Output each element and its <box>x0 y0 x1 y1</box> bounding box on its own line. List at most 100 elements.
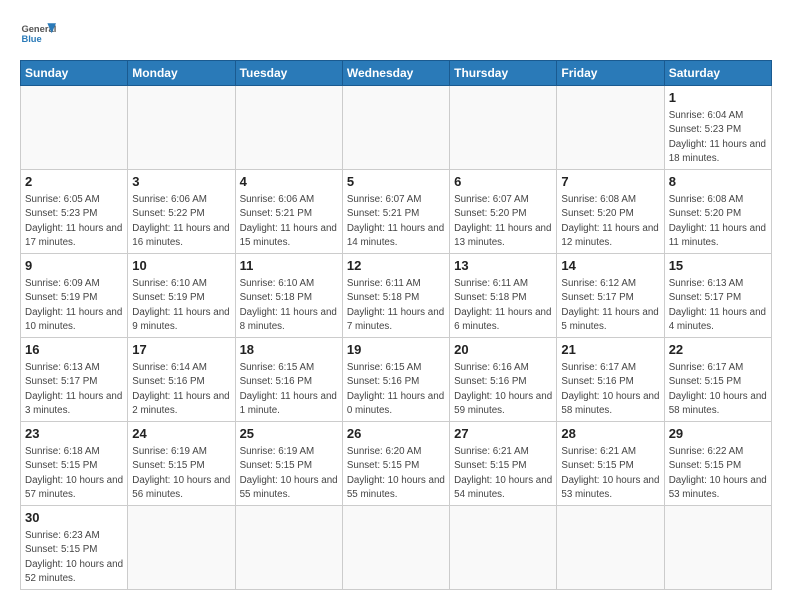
calendar-cell: 7 Sunrise: 6:08 AM Sunset: 5:20 PM Daylig… <box>557 170 664 254</box>
day-number: 29 <box>669 425 767 443</box>
header: General Blue <box>20 16 772 52</box>
calendar-cell <box>235 86 342 170</box>
calendar-cell <box>128 86 235 170</box>
calendar-table: SundayMondayTuesdayWednesdayThursdayFrid… <box>20 60 772 590</box>
calendar-cell: 13 Sunrise: 6:11 AM Sunset: 5:18 PM Dayli… <box>450 254 557 338</box>
calendar-cell <box>557 86 664 170</box>
calendar-cell: 16 Sunrise: 6:13 AM Sunset: 5:17 PM Dayli… <box>21 338 128 422</box>
calendar-cell: 25Sunrise: 6:19 AM Sunset: 5:15 PM Dayli… <box>235 422 342 506</box>
day-header-monday: Monday <box>128 61 235 86</box>
day-info: Sunrise: 6:23 AM Sunset: 5:15 PM Dayligh… <box>25 529 123 586</box>
calendar-week-1: 1 Sunrise: 6:04 AM Sunset: 5:23 PM Daylig… <box>21 86 772 170</box>
calendar-cell: 3 Sunrise: 6:06 AM Sunset: 5:22 PM Daylig… <box>128 170 235 254</box>
day-number: 25 <box>240 425 338 443</box>
day-header-thursday: Thursday <box>450 61 557 86</box>
calendar-cell: 10Sunrise: 6:10 AM Sunset: 5:19 PM Dayli… <box>128 254 235 338</box>
calendar-week-4: 16 Sunrise: 6:13 AM Sunset: 5:17 PM Dayli… <box>21 338 772 422</box>
calendar-cell: 2 Sunrise: 6:05 AM Sunset: 5:23 PM Daylig… <box>21 170 128 254</box>
day-info: Sunrise: 6:16 AM Sunset: 5:16 PM Dayligh… <box>454 361 552 418</box>
day-header-tuesday: Tuesday <box>235 61 342 86</box>
day-info: Sunrise: 6:19 AM Sunset: 5:15 PM Dayligh… <box>132 445 230 502</box>
day-number: 17 <box>132 341 230 359</box>
day-info: Sunrise: 6:21 AM Sunset: 5:15 PM Dayligh… <box>561 445 659 502</box>
day-info: Sunrise: 6:11 AM Sunset: 5:18 PM Dayligh… <box>347 277 445 334</box>
day-info: Sunrise: 6:17 AM Sunset: 5:16 PM Dayligh… <box>561 361 659 418</box>
day-number: 27 <box>454 425 552 443</box>
day-header-saturday: Saturday <box>664 61 771 86</box>
day-number: 5 <box>347 173 445 191</box>
calendar-cell <box>342 86 449 170</box>
calendar-cell: 26Sunrise: 6:20 AM Sunset: 5:15 PM Dayli… <box>342 422 449 506</box>
calendar-cell: 22 Sunrise: 6:17 AM Sunset: 5:15 PM Dayli… <box>664 338 771 422</box>
day-info: Sunrise: 6:08 AM Sunset: 5:20 PM Dayligh… <box>669 193 767 250</box>
day-number: 8 <box>669 173 767 191</box>
day-info: Sunrise: 6:04 AM Sunset: 5:23 PM Dayligh… <box>669 109 767 166</box>
calendar-cell <box>128 506 235 590</box>
svg-text:Blue: Blue <box>21 34 41 44</box>
logo-icon: General Blue <box>20 16 56 52</box>
calendar-cell: 29 Sunrise: 6:22 AM Sunset: 5:15 PM Dayli… <box>664 422 771 506</box>
day-number: 4 <box>240 173 338 191</box>
day-number: 22 <box>669 341 767 359</box>
calendar-header: SundayMondayTuesdayWednesdayThursdayFrid… <box>21 61 772 86</box>
calendar-cell: 27Sunrise: 6:21 AM Sunset: 5:15 PM Dayli… <box>450 422 557 506</box>
day-info: Sunrise: 6:08 AM Sunset: 5:20 PM Dayligh… <box>561 193 659 250</box>
day-info: Sunrise: 6:10 AM Sunset: 5:19 PM Dayligh… <box>132 277 230 334</box>
day-info: Sunrise: 6:06 AM Sunset: 5:21 PM Dayligh… <box>240 193 338 250</box>
calendar-cell: 23Sunrise: 6:18 AM Sunset: 5:15 PM Dayli… <box>21 422 128 506</box>
title-block <box>56 16 772 18</box>
calendar-cell: 21 Sunrise: 6:17 AM Sunset: 5:16 PM Dayli… <box>557 338 664 422</box>
calendar-cell <box>450 506 557 590</box>
day-info: Sunrise: 6:15 AM Sunset: 5:16 PM Dayligh… <box>347 361 445 418</box>
day-number: 30 <box>25 509 123 527</box>
calendar-cell: 24 Sunrise: 6:19 AM Sunset: 5:15 PM Dayli… <box>128 422 235 506</box>
day-number: 19 <box>347 341 445 359</box>
day-info: Sunrise: 6:14 AM Sunset: 5:16 PM Dayligh… <box>132 361 230 418</box>
day-number: 24 <box>132 425 230 443</box>
day-info: Sunrise: 6:05 AM Sunset: 5:23 PM Dayligh… <box>25 193 123 250</box>
calendar-cell <box>557 506 664 590</box>
day-info: Sunrise: 6:17 AM Sunset: 5:15 PM Dayligh… <box>669 361 767 418</box>
day-info: Sunrise: 6:20 AM Sunset: 5:15 PM Dayligh… <box>347 445 445 502</box>
day-info: Sunrise: 6:15 AM Sunset: 5:16 PM Dayligh… <box>240 361 338 418</box>
day-number: 1 <box>669 89 767 107</box>
calendar-week-3: 9Sunrise: 6:09 AM Sunset: 5:19 PM Daylig… <box>21 254 772 338</box>
calendar-cell: 28Sunrise: 6:21 AM Sunset: 5:15 PM Dayli… <box>557 422 664 506</box>
calendar-week-2: 2 Sunrise: 6:05 AM Sunset: 5:23 PM Daylig… <box>21 170 772 254</box>
calendar-cell: 11 Sunrise: 6:10 AM Sunset: 5:18 PM Dayli… <box>235 254 342 338</box>
day-number: 11 <box>240 257 338 275</box>
day-number: 21 <box>561 341 659 359</box>
day-number: 14 <box>561 257 659 275</box>
day-info: Sunrise: 6:10 AM Sunset: 5:18 PM Dayligh… <box>240 277 338 334</box>
day-number: 3 <box>132 173 230 191</box>
calendar-cell: 30 Sunrise: 6:23 AM Sunset: 5:15 PM Dayli… <box>21 506 128 590</box>
day-number: 7 <box>561 173 659 191</box>
calendar-week-6: 30 Sunrise: 6:23 AM Sunset: 5:15 PM Dayli… <box>21 506 772 590</box>
day-info: Sunrise: 6:13 AM Sunset: 5:17 PM Dayligh… <box>25 361 123 418</box>
day-info: Sunrise: 6:11 AM Sunset: 5:18 PM Dayligh… <box>454 277 552 334</box>
day-number: 13 <box>454 257 552 275</box>
day-number: 15 <box>669 257 767 275</box>
calendar-cell: 1 Sunrise: 6:04 AM Sunset: 5:23 PM Daylig… <box>664 86 771 170</box>
day-header-wednesday: Wednesday <box>342 61 449 86</box>
calendar-cell: 9Sunrise: 6:09 AM Sunset: 5:19 PM Daylig… <box>21 254 128 338</box>
calendar-body: 1 Sunrise: 6:04 AM Sunset: 5:23 PM Daylig… <box>21 86 772 590</box>
calendar-cell: 18 Sunrise: 6:15 AM Sunset: 5:16 PM Dayli… <box>235 338 342 422</box>
calendar-cell: 20Sunrise: 6:16 AM Sunset: 5:16 PM Dayli… <box>450 338 557 422</box>
logo: General Blue <box>20 16 56 52</box>
calendar-cell <box>235 506 342 590</box>
calendar-cell <box>342 506 449 590</box>
calendar-cell: 14 Sunrise: 6:12 AM Sunset: 5:17 PM Dayli… <box>557 254 664 338</box>
day-info: Sunrise: 6:18 AM Sunset: 5:15 PM Dayligh… <box>25 445 123 502</box>
day-header-sunday: Sunday <box>21 61 128 86</box>
day-info: Sunrise: 6:12 AM Sunset: 5:17 PM Dayligh… <box>561 277 659 334</box>
calendar-cell: 8 Sunrise: 6:08 AM Sunset: 5:20 PM Daylig… <box>664 170 771 254</box>
day-number: 2 <box>25 173 123 191</box>
day-number: 18 <box>240 341 338 359</box>
day-info: Sunrise: 6:06 AM Sunset: 5:22 PM Dayligh… <box>132 193 230 250</box>
day-number: 16 <box>25 341 123 359</box>
calendar-cell: 12Sunrise: 6:11 AM Sunset: 5:18 PM Dayli… <box>342 254 449 338</box>
calendar-cell <box>664 506 771 590</box>
day-info: Sunrise: 6:22 AM Sunset: 5:15 PM Dayligh… <box>669 445 767 502</box>
calendar-cell <box>21 86 128 170</box>
